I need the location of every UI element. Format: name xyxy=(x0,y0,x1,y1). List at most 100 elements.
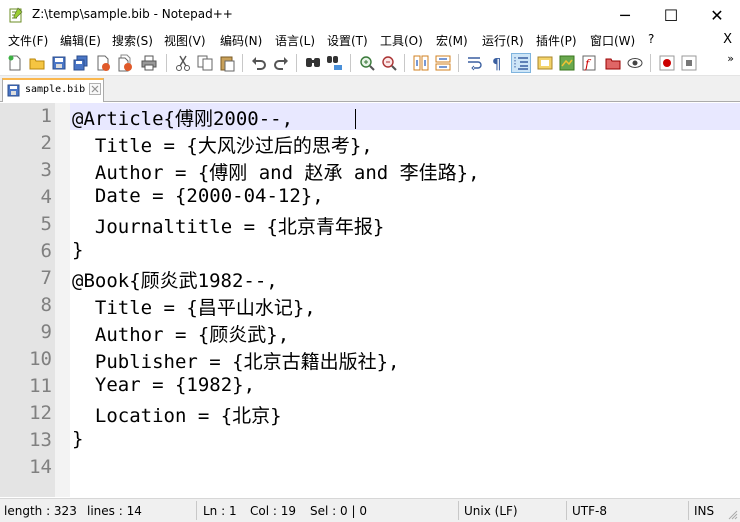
open-file-icon[interactable] xyxy=(28,54,46,72)
line-number: 4 xyxy=(40,186,52,208)
menu-view[interactable]: 视图(V) xyxy=(164,32,206,49)
menu-window[interactable]: 窗口(W) xyxy=(590,32,635,49)
code-text: @Article{傅刚2000--, xyxy=(72,108,294,130)
tab-bar: sample.bib xyxy=(0,76,740,102)
code-text: } xyxy=(72,239,84,261)
code-text: Title = {昌平山水记}, xyxy=(72,297,316,319)
print-icon[interactable] xyxy=(140,54,158,72)
title-bar: Z:\temp\sample.bib - Notepad++ ─ ☐ ✕ xyxy=(0,0,740,30)
status-insert-mode[interactable]: INS xyxy=(694,504,714,518)
editor-line[interactable]: 8 Title = {昌平山水记}, xyxy=(0,292,740,319)
editor-line[interactable]: 11 Year = {1982}, xyxy=(0,373,740,400)
maximize-icon: ☐ xyxy=(663,5,679,25)
code-text: Location = {北京} xyxy=(72,405,282,427)
sync-horizontal-icon[interactable] xyxy=(434,54,452,72)
save-all-icon[interactable] xyxy=(72,54,90,72)
document-map-icon[interactable] xyxy=(558,54,576,72)
editor-line[interactable]: 1 @Article{傅刚2000--, xyxy=(0,103,740,130)
editor-line[interactable]: 6} xyxy=(0,238,740,265)
menu-run[interactable]: 运行(R) xyxy=(482,32,524,49)
toolbar-separator xyxy=(296,54,297,72)
menu-edit[interactable]: 编辑(E) xyxy=(60,32,101,49)
code-text: Author = {傅刚 and 赵承 and 李佳路}, xyxy=(72,162,480,184)
status-separator xyxy=(196,501,197,520)
editor-line[interactable]: 12 Location = {北京} xyxy=(0,400,740,427)
toolbar-separator xyxy=(650,54,651,72)
menu-search[interactable]: 搜索(S) xyxy=(112,32,153,49)
editor-line[interactable]: 9 Author = {顾炎武}, xyxy=(0,319,740,346)
save-icon[interactable] xyxy=(50,54,68,72)
status-selection: Sel : 0 | 0 xyxy=(310,504,367,518)
code-text: @Book{顾炎武1982--, xyxy=(72,270,278,292)
status-encoding[interactable]: UTF-8 xyxy=(572,504,607,518)
monitoring-icon[interactable] xyxy=(626,54,644,72)
resize-grip-icon[interactable] xyxy=(728,510,738,520)
saved-file-icon xyxy=(7,84,20,97)
menu-help[interactable]: ? xyxy=(648,32,654,46)
indent-guide-icon[interactable] xyxy=(511,53,531,73)
replace-icon[interactable] xyxy=(326,54,344,72)
editor-line[interactable]: 5 Journaltitle = {北京青年报} xyxy=(0,211,740,238)
status-line-number: Ln : 1 xyxy=(203,504,237,518)
line-number: 3 xyxy=(40,159,52,181)
toolbar-separator xyxy=(458,54,459,72)
line-number: 10 xyxy=(29,348,52,370)
editor[interactable]: 1 @Article{傅刚2000--, 2 Title = {大风沙过后的思考}… xyxy=(0,103,740,497)
line-number: 13 xyxy=(29,429,52,451)
menu-plugins[interactable]: 插件(P) xyxy=(536,32,577,49)
status-column: Col : 19 xyxy=(250,504,296,518)
minimize-icon: ─ xyxy=(620,5,630,25)
line-number: 1 xyxy=(40,105,52,127)
status-separator xyxy=(458,501,459,520)
editor-line[interactable]: 4 Date = {2000-04-12}, xyxy=(0,184,740,211)
toolbar-separator xyxy=(404,54,405,72)
udl-icon[interactable] xyxy=(536,54,554,72)
menu-tools[interactable]: 工具(O) xyxy=(380,32,423,49)
line-number: 5 xyxy=(40,213,52,235)
text-caret xyxy=(355,109,356,129)
word-wrap-icon[interactable] xyxy=(466,54,484,72)
zoom-out-icon[interactable] xyxy=(380,54,398,72)
status-separator xyxy=(566,501,567,520)
toolbar-overflow-button[interactable]: » xyxy=(727,52,734,65)
editor-line[interactable]: 7 @Book{顾炎武1982--, xyxy=(0,265,740,292)
code-text: Journaltitle = {北京青年报} xyxy=(72,216,385,238)
redo-icon[interactable] xyxy=(272,54,290,72)
line-number: 12 xyxy=(29,402,52,424)
editor-line[interactable]: 13} xyxy=(0,427,740,454)
menu-encoding[interactable]: 编码(N) xyxy=(220,32,262,49)
minimize-button[interactable]: ─ xyxy=(602,0,648,30)
copy-icon[interactable] xyxy=(196,54,214,72)
tab-sample-bib[interactable]: sample.bib xyxy=(2,78,104,102)
menu-settings[interactable]: 设置(T) xyxy=(327,32,368,49)
editor-line[interactable]: 3 Author = {傅刚 and 赵承 and 李佳路}, xyxy=(0,157,740,184)
editor-line[interactable]: 2 Title = {大风沙过后的思考}, xyxy=(0,130,740,157)
zoom-in-icon[interactable] xyxy=(358,54,376,72)
show-all-chars-icon[interactable]: ¶ xyxy=(488,54,506,72)
close-all-icon[interactable] xyxy=(116,54,134,72)
menu-file[interactable]: 文件(F) xyxy=(8,32,48,49)
status-eol-format[interactable]: Unix (LF) xyxy=(464,504,518,518)
maximize-button[interactable]: ☐ xyxy=(648,0,694,30)
cut-icon[interactable] xyxy=(174,54,192,72)
line-number: 11 xyxy=(29,375,52,397)
close-file-icon[interactable] xyxy=(94,54,112,72)
menu-language[interactable]: 语言(L) xyxy=(275,32,315,49)
tab-close-icon[interactable] xyxy=(89,83,101,95)
folder-workspace-icon[interactable] xyxy=(604,54,622,72)
function-list-icon[interactable]: f xyxy=(580,54,598,72)
record-macro-icon[interactable] xyxy=(658,54,676,72)
new-file-icon[interactable] xyxy=(6,54,24,72)
sync-vertical-icon[interactable] xyxy=(412,54,430,72)
find-icon[interactable] xyxy=(304,54,322,72)
menu-macro[interactable]: 宏(M) xyxy=(436,32,468,49)
paste-icon[interactable] xyxy=(218,54,236,72)
stop-record-icon[interactable] xyxy=(680,54,698,72)
code-text: Publisher = {北京古籍出版社}, xyxy=(72,351,400,373)
toolbar-separator xyxy=(166,54,167,72)
close-document-button[interactable]: X xyxy=(723,32,732,47)
undo-icon[interactable] xyxy=(250,54,268,72)
editor-line[interactable]: 10 Publisher = {北京古籍出版社}, xyxy=(0,346,740,373)
close-button[interactable]: ✕ xyxy=(694,0,740,30)
editor-line[interactable]: 14 xyxy=(0,454,740,481)
